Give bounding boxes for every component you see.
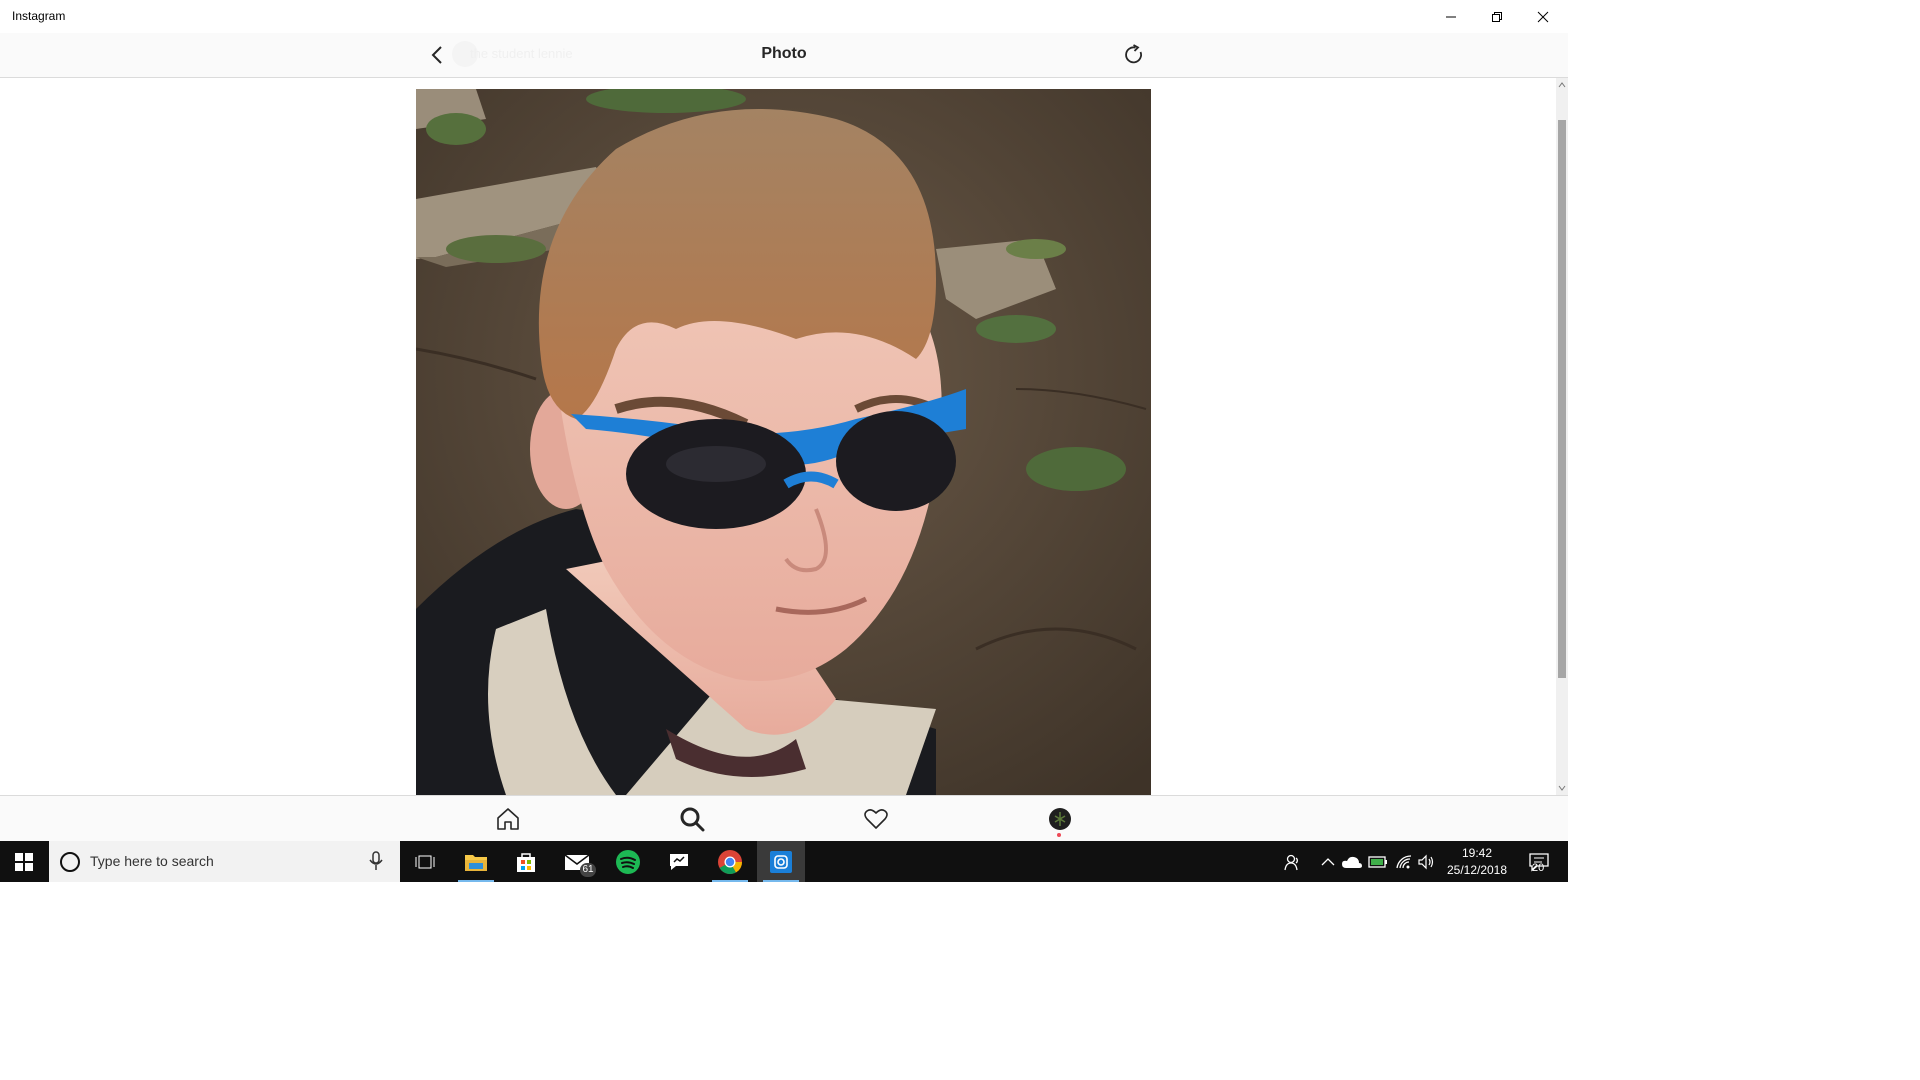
- mail-button[interactable]: 61: [553, 841, 601, 882]
- restore-button[interactable]: [1474, 0, 1520, 33]
- battery-charging-icon: [1368, 855, 1387, 868]
- task-view-button[interactable]: [401, 841, 449, 882]
- nav-profile-button[interactable]: [1045, 804, 1075, 834]
- chrome-icon: [718, 849, 742, 874]
- close-button[interactable]: [1520, 0, 1566, 33]
- photo-header: the student lennie Photo: [0, 33, 1568, 78]
- close-icon: [1537, 11, 1549, 22]
- restore-icon: [1492, 11, 1502, 22]
- content-area: [0, 78, 1556, 795]
- microphone-icon[interactable]: [369, 851, 383, 871]
- people-button[interactable]: [1278, 841, 1306, 882]
- people-icon: [1284, 854, 1298, 870]
- cortana-icon: [60, 852, 80, 872]
- messaging-button[interactable]: [655, 841, 703, 882]
- chrome-button[interactable]: [706, 841, 754, 882]
- taskbar-clock[interactable]: 19:42 25/12/2018: [1440, 845, 1514, 879]
- running-indicator: [712, 880, 748, 882]
- scroll-up-button[interactable]: [1556, 78, 1568, 92]
- chevron-down-icon: [1558, 785, 1566, 791]
- cloud-icon: [1342, 856, 1362, 868]
- onedrive-button[interactable]: [1340, 841, 1364, 882]
- notifications-count: 20: [1532, 862, 1545, 874]
- spotify-icon: [616, 849, 640, 874]
- title-bar: Instagram: [0, 0, 1568, 33]
- running-indicator: [763, 880, 799, 882]
- running-indicator: [458, 880, 494, 882]
- show-hidden-icons-button[interactable]: [1316, 841, 1340, 882]
- heart-icon: [864, 809, 888, 829]
- task-view-icon: [415, 855, 435, 868]
- file-explorer-button[interactable]: [452, 841, 500, 882]
- wifi-icon: [1396, 854, 1412, 868]
- chevron-up-icon: [1321, 857, 1335, 865]
- refresh-button[interactable]: [1121, 42, 1147, 68]
- profile-avatar: [1049, 808, 1071, 830]
- wifi-button[interactable]: [1392, 841, 1416, 882]
- bottom-navigation: [0, 795, 1568, 841]
- chevron-up-icon: [1558, 82, 1566, 88]
- nav-search-button[interactable]: [677, 804, 707, 834]
- battery-button[interactable]: [1366, 841, 1390, 882]
- post-photo[interactable]: [416, 89, 1151, 795]
- app-title: Instagram: [12, 9, 66, 23]
- selfie-photo-illustration: [416, 89, 1151, 795]
- taskbar-search[interactable]: Type here to search: [49, 841, 400, 882]
- volume-icon: [1418, 854, 1434, 869]
- search-icon: [680, 807, 705, 832]
- page-title: Photo: [761, 45, 807, 62]
- chat-icon: [670, 853, 688, 870]
- minimize-button[interactable]: [1428, 0, 1474, 33]
- home-icon: [497, 808, 519, 830]
- instagram-button[interactable]: [757, 841, 805, 882]
- minimize-icon: [1446, 16, 1456, 17]
- spotify-button[interactable]: [604, 841, 652, 882]
- clock-date: 25/12/2018: [1446, 863, 1508, 877]
- scroll-down-button[interactable]: [1556, 781, 1568, 795]
- scroll-thumb[interactable]: [1558, 120, 1566, 678]
- profile-notification-dot: [1057, 833, 1061, 837]
- folder-icon: [465, 854, 487, 871]
- nav-activity-button[interactable]: [861, 804, 891, 834]
- instagram-icon: [770, 850, 792, 873]
- search-placeholder: Type here to search: [90, 853, 214, 869]
- refresh-icon: [1125, 44, 1142, 64]
- nav-home-button[interactable]: [493, 804, 523, 834]
- clock-time: 19:42: [1461, 846, 1493, 860]
- store-button[interactable]: [502, 841, 550, 882]
- store-icon: [517, 852, 535, 872]
- windows-taskbar: Type here to search 61 19:42 25/12/2018: [0, 841, 1568, 882]
- volume-button[interactable]: [1414, 841, 1438, 882]
- vertical-scrollbar[interactable]: [1556, 78, 1568, 795]
- windows-logo-icon: [15, 852, 33, 871]
- start-button[interactable]: [0, 841, 48, 882]
- mail-badge: 61: [580, 863, 596, 877]
